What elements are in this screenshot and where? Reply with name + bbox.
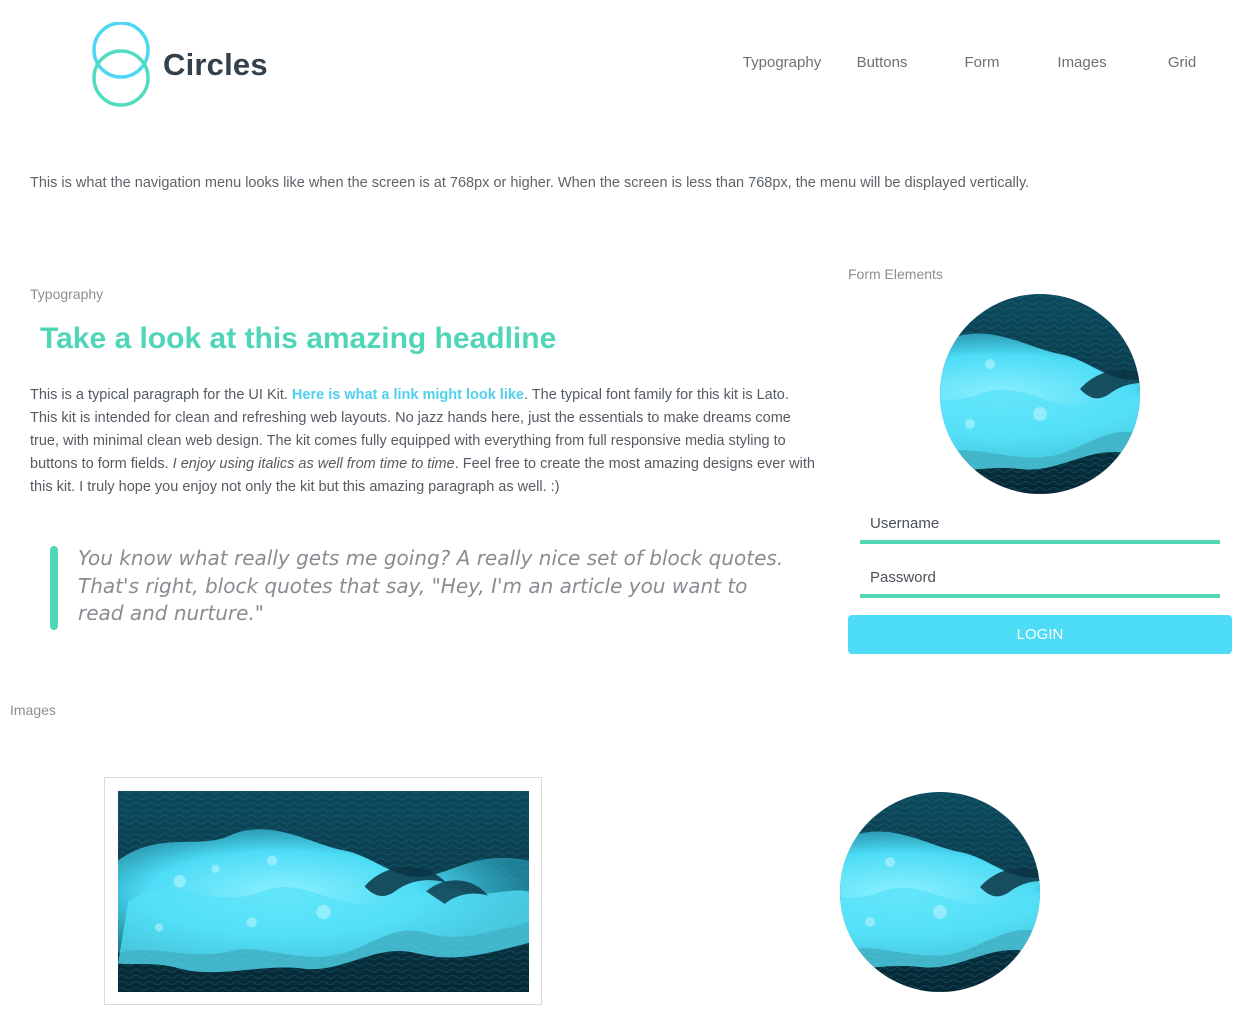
nav-link-form[interactable]: Form	[965, 54, 1000, 71]
framed-image-content	[118, 791, 529, 992]
username-input[interactable]	[860, 506, 1220, 544]
headline: Take a look at this amazing headline	[40, 322, 557, 355]
framed-image	[104, 777, 542, 1005]
nav-link-grid[interactable]: Grid	[1168, 54, 1196, 71]
ocean-wave-image	[840, 792, 1040, 992]
ocean-wave-image	[940, 294, 1140, 494]
nav-link-typography[interactable]: Typography	[743, 54, 821, 71]
images-section-label: Images	[10, 702, 56, 718]
paragraph-intro: This is a typical paragraph for the UI K…	[30, 387, 292, 403]
password-input[interactable]	[860, 560, 1220, 598]
form-section-label: Form Elements	[848, 266, 943, 282]
body-paragraph: This is a typical paragraph for the UI K…	[30, 384, 820, 499]
circle-image	[840, 792, 1040, 992]
ocean-wave-image	[118, 791, 529, 992]
login-button[interactable]: LOGIN	[848, 615, 1232, 654]
blockquote-accent-bar	[50, 546, 58, 630]
blockquote: You know what really gets me going? A re…	[78, 546, 784, 625]
nav-link-images[interactable]: Images	[1057, 54, 1106, 71]
paragraph-link[interactable]: Here is what a link might look like	[292, 387, 524, 403]
paragraph-italic: I enjoy using italics as well from time …	[172, 456, 455, 472]
nav-link-buttons[interactable]: Buttons	[857, 54, 908, 71]
navigation-note: This is what the navigation menu looks l…	[30, 175, 1030, 191]
main-navigation: Typography Buttons Form Images Grid	[0, 54, 1260, 76]
typography-section-label: Typography	[30, 286, 104, 302]
form-circle-image	[940, 294, 1140, 494]
